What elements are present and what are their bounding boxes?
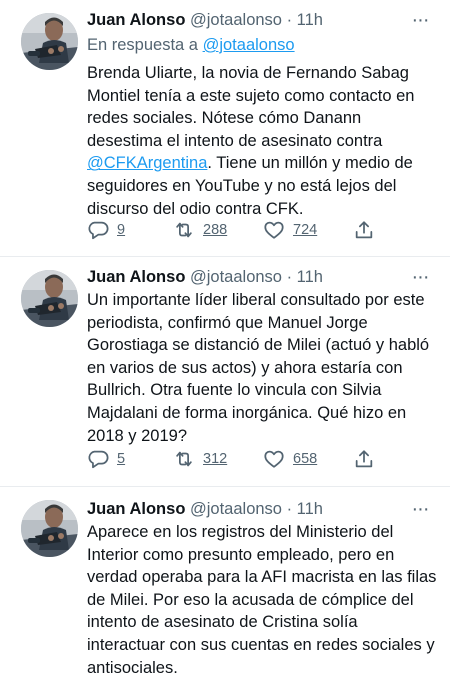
avatar[interactable]: [21, 500, 78, 557]
author-handle[interactable]: @jotaalonso: [190, 268, 282, 286]
retweet-button[interactable]: 312: [173, 446, 227, 472]
like-count: 724: [293, 222, 318, 238]
tweet-text: Aparece en los registros del Ministerio …: [87, 523, 437, 675]
reply-prefix: En respuesta a: [87, 36, 198, 54]
share-icon: [353, 448, 375, 470]
reply-icon: [87, 448, 109, 470]
more-options-icon[interactable]: ···: [408, 10, 432, 36]
avatar[interactable]: [21, 13, 78, 70]
tweet-header: Juan Alonso @jotaalonso · 11h: [87, 9, 323, 31]
avatar-image: [21, 270, 78, 327]
reply-handle-link[interactable]: @jotaalonso: [203, 36, 295, 54]
reply-context: En respuesta a @jotaalonso: [87, 34, 295, 56]
reply-count: 5: [117, 451, 126, 467]
heart-icon: [263, 219, 285, 241]
retweet-icon: [173, 219, 195, 241]
tweet-3[interactable]: Juan Alonso @jotaalonso · 11h ··· Aparec…: [0, 487, 450, 675]
tweet-header: Juan Alonso @jotaalonso · 11h: [87, 498, 323, 520]
tweet-1[interactable]: Juan Alonso @jotaalonso · 11h ··· En res…: [0, 0, 450, 255]
share-icon: [353, 219, 375, 241]
tweet-text: Brenda Uliarte, la novia de Fernando Sab…: [87, 62, 437, 220]
tweet-actions: 9 288 724: [87, 217, 397, 243]
tweet-time[interactable]: · 11h: [287, 500, 323, 518]
author-handle[interactable]: @jotaalonso: [190, 11, 282, 29]
retweet-count: 312: [203, 451, 228, 467]
mention-link[interactable]: @CFKArgentina: [87, 154, 207, 172]
tweet-text: Un importante líder liberal consultado p…: [87, 291, 430, 445]
reply-count: 9: [117, 222, 126, 238]
avatar-image: [21, 500, 78, 557]
tweet-actions: 5 312 658: [87, 446, 397, 472]
avatar[interactable]: [21, 270, 78, 327]
author-name[interactable]: Juan Alonso: [87, 500, 185, 518]
retweet-icon: [173, 448, 195, 470]
like-button[interactable]: 724: [263, 217, 317, 243]
tweet-time[interactable]: · 11h: [287, 11, 323, 29]
author-handle[interactable]: @jotaalonso: [190, 500, 282, 518]
like-count: 658: [293, 451, 318, 467]
author-name[interactable]: Juan Alonso: [87, 268, 185, 286]
author-name[interactable]: Juan Alonso: [87, 11, 185, 29]
retweet-count: 288: [203, 222, 228, 238]
share-button[interactable]: [353, 446, 383, 472]
tweet-header: Juan Alonso @jotaalonso · 11h: [87, 266, 323, 288]
retweet-button[interactable]: 288: [173, 217, 227, 243]
like-button[interactable]: 658: [263, 446, 317, 472]
tweet-text-part: Brenda Uliarte, la novia de Fernando Sab…: [87, 64, 415, 150]
reply-button[interactable]: 5: [87, 446, 125, 472]
avatar-image: [21, 13, 78, 70]
tweet-2[interactable]: Juan Alonso @jotaalonso · 11h ··· Un imp…: [0, 257, 450, 482]
share-button[interactable]: [353, 217, 383, 243]
tweet-time[interactable]: · 11h: [287, 268, 323, 286]
heart-icon: [263, 448, 285, 470]
reply-button[interactable]: 9: [87, 217, 125, 243]
reply-icon: [87, 219, 109, 241]
